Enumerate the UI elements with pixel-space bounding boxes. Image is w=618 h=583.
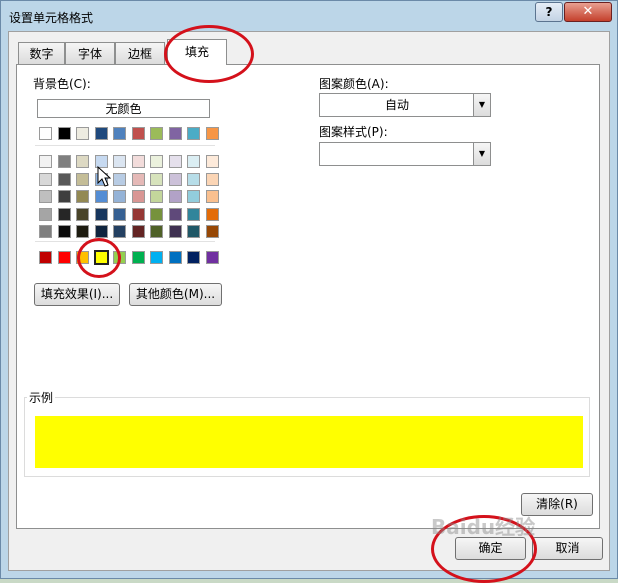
format-cells-dialog: 设置单元格格式 ? ✕ 数字 字体 边框 填充 背景色(C): 无颜色 填充效果…	[0, 0, 618, 583]
color-swatch[interactable]	[39, 225, 52, 238]
dialog-title: 设置单元格格式	[9, 11, 94, 25]
sample-preview	[35, 416, 583, 468]
color-swatch[interactable]	[131, 225, 145, 238]
standard-color-swatch[interactable]	[205, 251, 219, 264]
color-swatch[interactable]	[168, 207, 182, 221]
color-swatch[interactable]	[94, 127, 108, 140]
color-swatch[interactable]	[131, 155, 145, 168]
pattern-color-label: 图案颜色(A):	[319, 77, 389, 91]
color-swatch[interactable]	[205, 172, 219, 186]
standard-color-swatch[interactable]	[168, 251, 182, 264]
color-swatch[interactable]	[168, 225, 182, 238]
color-swatch[interactable]	[187, 155, 200, 168]
color-swatch[interactable]	[39, 155, 52, 168]
color-swatch[interactable]	[113, 190, 126, 203]
color-swatch[interactable]	[39, 172, 52, 186]
color-swatch[interactable]	[76, 207, 89, 221]
chevron-down-icon[interactable]: ▼	[473, 94, 490, 116]
color-swatch[interactable]	[113, 207, 126, 221]
color-swatch[interactable]	[57, 190, 71, 203]
standard-color-swatch[interactable]	[150, 251, 163, 264]
color-swatch[interactable]	[205, 155, 219, 168]
color-swatch[interactable]	[187, 172, 200, 186]
color-swatch[interactable]	[131, 207, 145, 221]
standard-color-swatch[interactable]	[57, 251, 71, 264]
color-swatch[interactable]	[187, 190, 200, 203]
fill-tab-panel: 背景色(C): 无颜色 填充效果(I)... 其他颜色(M)... 图案颜色(A…	[16, 64, 600, 529]
color-swatch[interactable]	[150, 207, 163, 221]
color-swatch[interactable]	[76, 127, 89, 140]
color-swatch[interactable]	[57, 207, 71, 221]
color-swatch[interactable]	[39, 127, 52, 140]
more-colors-button[interactable]: 其他颜色(M)...	[129, 283, 222, 306]
color-swatch[interactable]	[131, 127, 145, 140]
tab-font[interactable]: 字体	[65, 42, 115, 64]
color-swatch[interactable]	[150, 225, 163, 238]
cancel-button[interactable]: 取消	[532, 537, 603, 560]
color-swatch[interactable]	[94, 207, 108, 221]
color-swatch[interactable]	[150, 127, 163, 140]
color-swatch[interactable]	[168, 190, 182, 203]
color-swatch[interactable]	[94, 225, 108, 238]
color-swatch[interactable]	[187, 127, 200, 140]
color-swatch[interactable]	[39, 207, 52, 221]
color-swatch[interactable]	[131, 172, 145, 186]
background-color-label: 背景色(C):	[33, 77, 91, 91]
color-swatch[interactable]	[57, 172, 71, 186]
pattern-style-value	[320, 143, 474, 165]
color-swatch[interactable]	[187, 225, 200, 238]
tab-border[interactable]: 边框	[115, 42, 165, 64]
fill-effects-button[interactable]: 填充效果(I)...	[34, 283, 120, 306]
color-swatch[interactable]	[76, 225, 89, 238]
palette-divider	[35, 145, 215, 146]
close-button[interactable]: ✕	[564, 2, 612, 22]
tab-number[interactable]: 数字	[18, 42, 65, 64]
color-swatch[interactable]	[57, 127, 71, 140]
color-swatch[interactable]	[150, 190, 163, 203]
color-swatch[interactable]	[39, 190, 52, 203]
color-swatch[interactable]	[168, 155, 182, 168]
color-swatch[interactable]	[113, 172, 126, 186]
color-swatch[interactable]	[187, 207, 200, 221]
pattern-color-select[interactable]: 自动 ▼	[319, 93, 491, 117]
color-swatch[interactable]	[205, 127, 219, 140]
standard-color-swatch[interactable]	[187, 251, 200, 264]
standard-color-swatch[interactable]	[131, 251, 145, 264]
color-swatch[interactable]	[131, 190, 145, 203]
color-swatch[interactable]	[57, 225, 71, 238]
watermark: Baidu经验	[431, 515, 536, 539]
color-swatch[interactable]	[113, 127, 126, 140]
color-swatch[interactable]	[76, 190, 89, 203]
pattern-color-value: 自动	[384, 98, 409, 112]
help-button[interactable]: ?	[535, 2, 563, 22]
color-swatch[interactable]	[205, 207, 219, 221]
color-swatch[interactable]	[113, 225, 126, 238]
color-swatch[interactable]	[57, 155, 71, 168]
color-swatch[interactable]	[150, 155, 163, 168]
color-swatch[interactable]	[150, 172, 163, 186]
color-swatch[interactable]	[205, 190, 219, 203]
standard-color-swatch[interactable]	[39, 251, 52, 264]
title-bar[interactable]: 设置单元格格式 ? ✕	[1, 1, 617, 31]
color-swatch[interactable]	[76, 155, 89, 168]
annotation-circle-yellow-swatch	[77, 238, 121, 278]
color-swatch[interactable]	[94, 190, 108, 203]
dialog-body: 数字 字体 边框 填充 背景色(C): 无颜色 填充效果(I)... 其他颜色(…	[8, 31, 610, 571]
palette-divider	[35, 241, 215, 242]
annotation-circle-fill-tab	[164, 25, 254, 83]
sample-group: 示例	[24, 389, 590, 477]
mouse-cursor-icon	[97, 166, 111, 187]
no-color-button[interactable]: 无颜色	[37, 99, 210, 118]
color-swatch[interactable]	[168, 172, 182, 186]
color-swatch[interactable]	[113, 155, 126, 168]
sample-label: 示例	[27, 389, 56, 406]
color-swatch[interactable]	[76, 172, 89, 186]
color-swatch[interactable]	[168, 127, 182, 140]
pattern-style-label: 图案样式(P):	[319, 125, 388, 139]
pattern-style-select[interactable]: ▼	[319, 142, 491, 166]
color-swatch[interactable]	[205, 225, 219, 238]
chevron-down-icon[interactable]: ▼	[473, 143, 490, 165]
